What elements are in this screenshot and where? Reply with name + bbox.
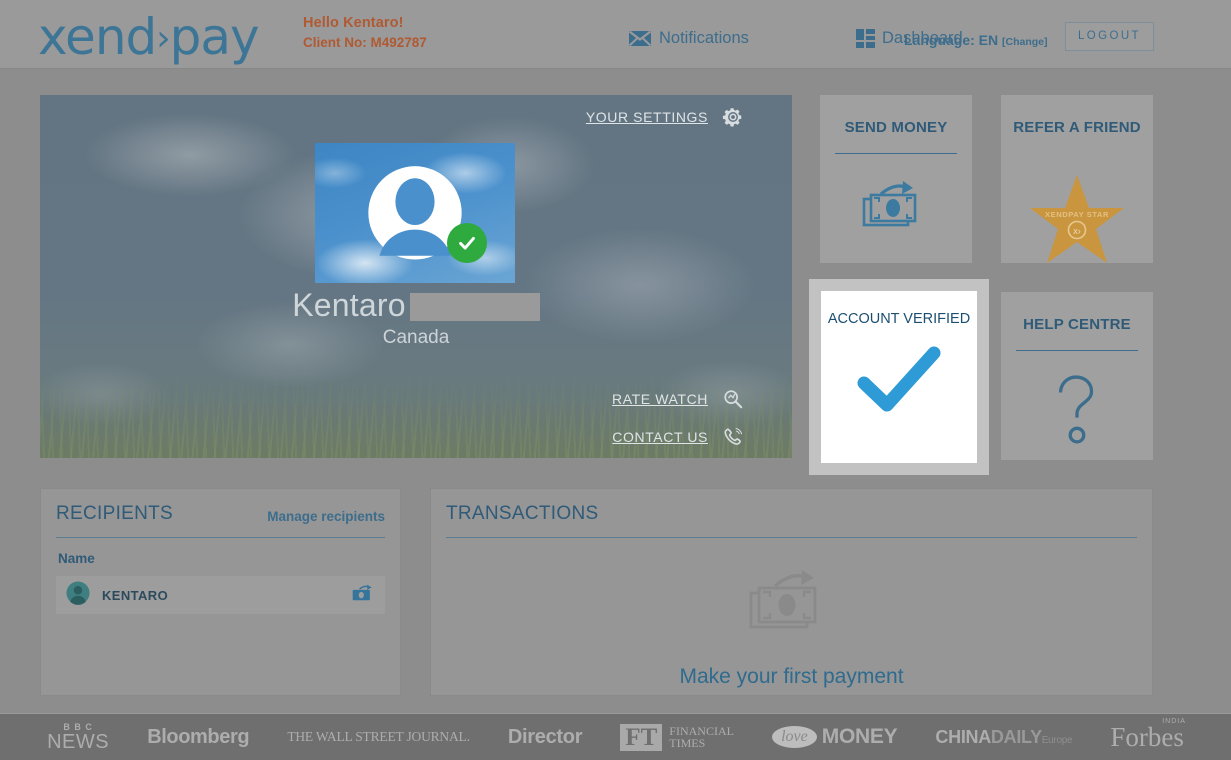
ft-mark: FT (620, 723, 663, 751)
magnifier-icon (722, 388, 744, 410)
logout-button[interactable]: LOGOUT (1065, 22, 1154, 51)
logo-chevron-icon: › (156, 18, 170, 59)
rate-watch-link[interactable]: RATE WATCH (612, 388, 744, 410)
profile-first-name: Kentaro (292, 287, 406, 323)
envelope-icon (628, 30, 652, 47)
profile-avatar[interactable] (315, 143, 515, 283)
profile-surname-redacted (409, 292, 540, 321)
client-number: Client No: M492787 (303, 35, 427, 50)
your-settings-link[interactable]: YOUR SETTINGS (586, 106, 744, 128)
make-first-payment-link[interactable]: Make your first payment (679, 665, 903, 689)
tile-help-centre-title: HELP CENTRE (1023, 316, 1131, 333)
recipients-panel: RECIPIENTS Manage recipients Name KENTAR… (40, 488, 401, 696)
profile-country: Canada (382, 327, 450, 348)
greeting-text: Hello Kentaro! (303, 15, 404, 31)
language-selector[interactable]: Language: EN [Change] (904, 32, 1048, 48)
svg-text:x›: x› (1073, 226, 1081, 236)
dashboard-grid-icon (856, 29, 875, 48)
tile-refer-title: REFER A FRIEND (1013, 119, 1141, 136)
ft-line2: TIMES (669, 736, 706, 750)
recipients-column-name: Name (58, 551, 95, 566)
contact-avatar-icon (66, 580, 90, 610)
tile-send-money[interactable]: SEND MONEY (820, 95, 972, 263)
forbes-text: Forbes (1110, 721, 1184, 752)
financial-times-logo: FT FINANCIAL TIMES (620, 723, 734, 751)
director-logo: Director (507, 725, 583, 748)
transactions-panel: TRANSACTIONS Make your first payment (430, 488, 1153, 696)
manage-recipients-link[interactable]: Manage recipients (267, 509, 385, 524)
panel-divider (56, 537, 385, 538)
phone-icon (722, 426, 744, 448)
bbc-news-logo: B B C NEWS (47, 722, 110, 753)
logo-text-xend: xend (38, 8, 157, 66)
svg-text:XENDPAY STAR: XENDPAY STAR (1045, 210, 1109, 219)
banknote-arrow-icon (861, 174, 931, 237)
question-mark-icon (1048, 371, 1106, 450)
banknote-arrow-icon (747, 560, 837, 643)
list-item[interactable]: KENTARO (56, 576, 385, 614)
site-header: xend›pay Hello Kentaro! Client No: M4927… (0, 0, 1231, 69)
europe-text: Europe (1041, 734, 1073, 746)
tile-help-centre[interactable]: HELP CENTRE (1001, 292, 1153, 460)
dashboard-page: xend›pay Hello Kentaro! Client No: M4927… (0, 0, 1231, 760)
china-daily-logo: CHINADAILYEurope (935, 727, 1072, 748)
tile-refer-a-friend[interactable]: REFER A FRIEND XENDPAY STAR x› (1001, 95, 1153, 263)
recipients-title: RECIPIENTS (56, 503, 174, 524)
gear-icon (722, 106, 744, 128)
your-settings-label: YOUR SETTINGS (585, 109, 708, 125)
language-change-link[interactable]: [Change] (1002, 36, 1048, 48)
daily-text: DAILY (990, 726, 1042, 747)
love-money-logo: love MONEY (772, 725, 898, 749)
transactions-title: TRANSACTIONS (446, 503, 599, 524)
blue-checkmark-icon (854, 343, 944, 420)
tile-account-verified-title: ACCOUNT VERIFIED (827, 311, 971, 327)
contact-us-label: CONTACT US (612, 429, 708, 445)
xendpay-logo[interactable]: xend›pay (38, 8, 260, 66)
profile-name-row: Kentaro (40, 287, 792, 324)
hero-banner: YOUR SETTINGS Kentaro Canada RATE WATCH … (40, 95, 792, 458)
love-mark: love (772, 726, 817, 748)
tile-send-money-title: SEND MONEY (844, 119, 948, 136)
panel-divider (446, 537, 1137, 538)
tile-divider (1016, 350, 1138, 351)
transactions-empty-state: Make your first payment (431, 560, 1152, 689)
wall-street-journal-logo: THE WALL STREET JOURNAL. (287, 729, 470, 744)
contact-us-link[interactable]: CONTACT US (612, 426, 744, 448)
tile-divider (835, 153, 957, 154)
logo-text-pay: pay (169, 8, 260, 66)
bbc-news-text: NEWS (47, 730, 110, 753)
money-text: MONEY (821, 725, 898, 748)
language-label: Language: EN (904, 32, 999, 48)
forbes-logo: Forbes INDIA (1110, 718, 1185, 753)
star-icon: XENDPAY STAR x› (1027, 173, 1127, 274)
ft-words: FINANCIAL TIMES (669, 725, 734, 749)
bloomberg-logo: Bloomberg (147, 725, 250, 748)
tile-account-verified[interactable]: ACCOUNT VERIFIED (809, 279, 989, 475)
nav-notifications-label: Notifications (659, 29, 749, 47)
recipient-name: KENTARO (102, 587, 169, 603)
china-text: CHINA (935, 726, 991, 747)
nav-notifications[interactable]: Notifications (628, 29, 749, 48)
greeting-block: Hello Kentaro! Client No: M492787 (303, 14, 427, 52)
green-check-badge-icon (447, 223, 487, 263)
send-money-small-icon[interactable] (351, 582, 375, 608)
press-footer: B B C NEWS Bloomberg THE WALL STREET JOU… (0, 713, 1231, 760)
rate-watch-label: RATE WATCH (612, 391, 708, 407)
forbes-india-text: INDIA (1162, 717, 1186, 725)
